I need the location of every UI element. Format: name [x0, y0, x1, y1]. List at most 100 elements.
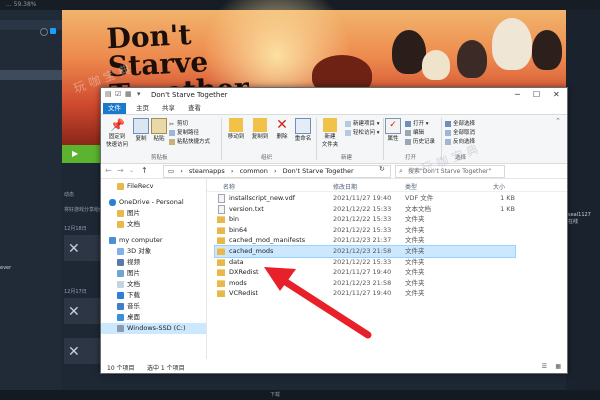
chevron-down-icon[interactable]: ⌄	[129, 167, 134, 174]
edit-button[interactable]: 编辑	[405, 128, 424, 136]
column-type[interactable]: 类型	[405, 182, 417, 191]
breadcrumb-segment[interactable]: common	[240, 167, 268, 175]
file-row[interactable]: cached_mod_manifests 2021/12/23 21:37 文件夹	[215, 235, 515, 246]
tab-file[interactable]: 文件	[103, 103, 126, 114]
file-name: version.txt	[229, 204, 264, 213]
delete-button[interactable]: ✕ 删除	[273, 118, 291, 140]
file-date: 2021/11/27 19:40	[333, 194, 392, 202]
properties-button[interactable]: ✓ 属性	[385, 118, 401, 142]
nav-item-windows-ssd[interactable]: Windows-SSD (C:)	[101, 323, 206, 334]
easy-access-button[interactable]: 轻松访问 ▾	[345, 128, 380, 136]
copy-path-button[interactable]: 复制路径	[169, 128, 199, 136]
copy-button[interactable]: 复制	[133, 118, 149, 142]
nav-label: 图片	[127, 209, 140, 217]
activity-item[interactable]: ✕	[64, 338, 100, 364]
steam-right-panel	[566, 10, 600, 390]
select-none-button[interactable]: 全部取消	[445, 128, 475, 136]
clock-icon[interactable]	[40, 28, 48, 36]
paste-button[interactable]: 粘贴	[151, 118, 167, 142]
nav-label: 桌面	[127, 313, 140, 321]
folder-icon	[117, 183, 124, 190]
nav-item-filerecv[interactable]: FileRecv	[101, 181, 206, 192]
nav-item-music[interactable]: 音乐	[101, 301, 206, 312]
folder-icon	[117, 210, 124, 217]
activity-item[interactable]: ✕	[64, 298, 100, 324]
history-button[interactable]: 历史记录	[405, 137, 435, 145]
column-name[interactable]: 名称	[223, 182, 235, 191]
tab-view[interactable]: 查看	[183, 103, 206, 114]
large-icons-view-icon[interactable]: ▦	[555, 363, 561, 370]
ribbon-divider	[383, 118, 384, 160]
breadcrumb-segment[interactable]: steamapps	[189, 167, 225, 175]
scissors-icon: ✂	[169, 120, 175, 128]
file-row[interactable]: bin 2021/12/22 15:33 文件夹	[215, 214, 515, 225]
nav-item-onedrive-pictures[interactable]: 图片	[101, 208, 206, 219]
picture-icon	[117, 270, 124, 277]
refresh-icon[interactable]: ↻	[379, 165, 385, 173]
quick-access-toolbar-icon[interactable]: ☑	[115, 90, 121, 98]
details-view-icon[interactable]: ☰	[542, 363, 547, 370]
file-type: 文本文档	[405, 204, 431, 213]
maximize-icon[interactable]: ☐	[533, 90, 540, 99]
move-to-button[interactable]: 移动到	[225, 118, 247, 140]
new-item-label: 新建项目 ▾	[353, 121, 380, 127]
chevron-up-icon[interactable]: ⌃	[555, 117, 561, 125]
file-type: 文件夹	[405, 247, 425, 255]
edit-label: 编辑	[413, 130, 425, 136]
minimize-icon[interactable]: ─	[515, 90, 520, 99]
file-row[interactable]: bin64 2021/12/22 15:33 文件夹	[215, 225, 515, 236]
back-arrow-icon[interactable]: ←	[105, 166, 112, 175]
nav-item-onedrive[interactable]: OneDrive - Personal	[101, 197, 206, 208]
address-bar: ← → ⌄ ↑ ▭ › steamapps › common › Don't S…	[101, 164, 567, 179]
filter-icon[interactable]	[50, 28, 56, 34]
rename-button[interactable]: 重命名	[293, 118, 313, 142]
column-size[interactable]: 大小	[493, 182, 505, 191]
nav-item-desktop[interactable]: 桌面	[101, 312, 206, 323]
library-item-label: ever	[0, 265, 12, 271]
up-arrow-icon[interactable]: ↑	[141, 166, 148, 175]
nav-item-pictures[interactable]: 图片	[101, 268, 206, 279]
chevron-down-icon[interactable]: ▾	[137, 90, 141, 98]
group-new-label: 新建	[341, 155, 353, 161]
nav-item-3d-objects[interactable]: 3D 对象	[101, 246, 206, 257]
nav-item-my-computer[interactable]: my computer	[101, 235, 206, 246]
copy-icon	[133, 118, 149, 134]
pin-quick-access-button[interactable]: 📌 固定到 快速访问	[103, 118, 131, 148]
friend-entry[interactable]: seal1127 在线	[568, 212, 600, 225]
folder-icon[interactable]: ▦	[125, 90, 132, 98]
open-button[interactable]: 打开 ▾	[405, 119, 429, 127]
ribbon-divider	[316, 118, 317, 160]
music-icon	[117, 303, 124, 310]
cut-button[interactable]: ✂ 剪切	[169, 119, 188, 128]
tab-home[interactable]: 主页	[131, 103, 154, 114]
nav-item-documents[interactable]: 文档	[101, 279, 206, 290]
file-date: 2021/12/23 21:37	[333, 236, 392, 245]
breadcrumb-segment[interactable]: Don't Starve Together	[283, 167, 354, 175]
nav-label: OneDrive - Personal	[119, 198, 184, 206]
nav-item-videos[interactable]: 视频	[101, 257, 206, 268]
paste-shortcut-button[interactable]: 粘贴快捷方式	[169, 137, 210, 145]
close-icon[interactable]: ✕	[553, 90, 560, 99]
arrow-shaft	[274, 273, 372, 339]
play-icon: ▶	[72, 149, 79, 158]
nav-item-onedrive-documents[interactable]: 文档	[101, 219, 206, 230]
library-row[interactable]	[0, 70, 62, 80]
select-all-button[interactable]: 全部选择	[445, 119, 475, 127]
new-folder-button[interactable]: 新建 文件夹	[319, 118, 341, 148]
file-row[interactable]: version.txt 2021/12/22 15:33 文本文档 1 KB	[215, 204, 515, 215]
chevron-right-icon: ›	[273, 167, 277, 175]
nav-item-downloads[interactable]: 下载	[101, 290, 206, 301]
breadcrumb[interactable]: ▭ › steamapps › common › Don't Starve To…	[163, 165, 391, 178]
forward-arrow-icon[interactable]: →	[117, 166, 124, 175]
file-name: bin	[229, 215, 240, 224]
tab-share[interactable]: 共享	[157, 103, 180, 114]
activity-item[interactable]: ✕	[64, 235, 100, 261]
steam-download-bar[interactable]: 下载	[0, 390, 600, 400]
wrench-icon: ✕	[68, 241, 80, 257]
new-item-button[interactable]: 新建项目 ▾	[345, 119, 380, 127]
file-row[interactable]: installscript_new.vdf 2021/11/27 19:40 VDF…	[215, 193, 515, 204]
group-organize-label: 组织	[261, 155, 273, 161]
nav-label: 图片	[127, 269, 140, 277]
column-date[interactable]: 修改日期	[333, 182, 357, 191]
copy-to-button[interactable]: 复制到	[249, 118, 271, 140]
